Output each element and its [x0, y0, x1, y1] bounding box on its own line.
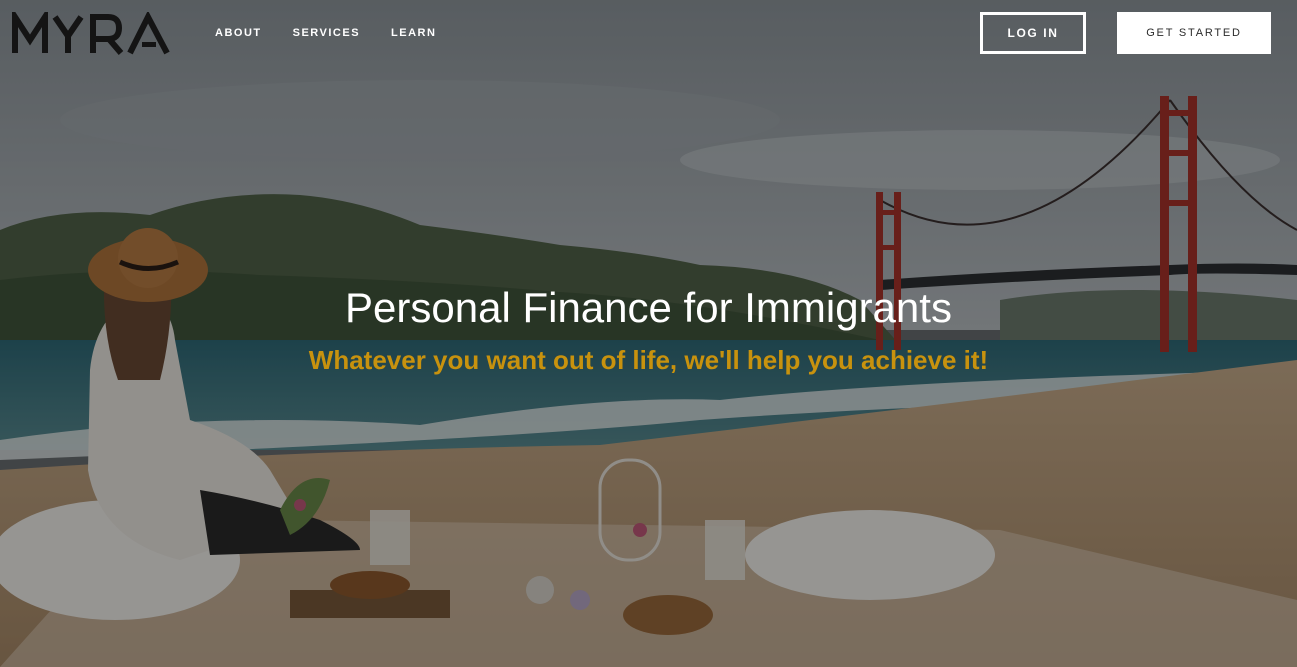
get-started-button[interactable]: GET STARTED [1117, 12, 1271, 54]
hero-subheadline: Whatever you want out of life, we'll hel… [308, 345, 989, 375]
nav-links: ABOUT SERVICES LEARN [215, 27, 436, 39]
nav-link-services[interactable]: SERVICES [293, 27, 360, 39]
login-button[interactable]: LOG IN [980, 12, 1086, 54]
top-navigation: ABOUT SERVICES LEARN LOG IN GET STARTED [0, 0, 1297, 66]
nav-link-about[interactable]: ABOUT [215, 27, 262, 39]
myra-logo[interactable] [12, 12, 170, 56]
hero-dark-overlay [0, 0, 1297, 667]
hero-section: ABOUT SERVICES LEARN LOG IN GET STARTED … [0, 0, 1297, 667]
hero-headline: Personal Finance for Immigrants [345, 284, 952, 331]
nav-link-learn[interactable]: LEARN [391, 27, 436, 39]
